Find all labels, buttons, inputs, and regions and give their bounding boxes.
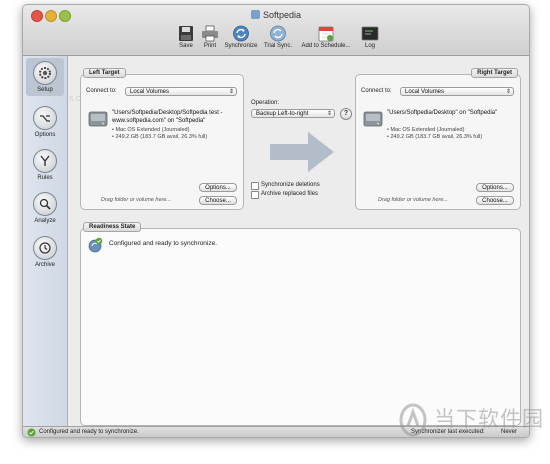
right-choose-button[interactable]: Choose... [476,196,514,205]
left-target-tab: Left Target [83,68,126,78]
print-icon [201,25,219,42]
option-key-icon [33,106,57,130]
left-volume-format: • Mac OS Extended (Journaled) [112,127,190,133]
archive-replaced-label: Archive replaced files [261,191,319,197]
operation-label: Operation: [251,100,280,106]
sync-deletions-label: Synchronize deletions [261,182,320,188]
site-watermark-logo: 当下软件园 [392,400,544,440]
right-connect-select[interactable]: Local Volumes ⇕ [400,87,514,96]
left-connect-label: Connect to: [86,88,117,94]
title-bar: Softpedia Save Print Synchronize Trial S… [23,5,529,56]
left-target-panel: Left Target Connect to: Local Volumes ⇕ "… [80,68,244,210]
chevron-updown-icon: ⇕ [228,89,234,95]
left-volume-capacity: • 249.2 GB (183.7 GB avail, 26.3% full) [112,134,208,140]
sync-deletions-checkbox[interactable] [251,182,259,190]
save-icon [177,25,195,42]
status-ok-icon [88,237,103,253]
sidebar-item-analyze[interactable]: Analyze [26,192,64,224]
save-button[interactable]: Save [175,25,197,49]
add-to-schedule-button[interactable]: Add to Schedule... [297,25,355,49]
left-choose-button[interactable]: Choose... [199,196,237,205]
left-volume-name: "Users/Softpedia/Desktop/Softpedia test … [112,110,223,124]
main-content: Left Target Connect to: Local Volumes ⇕ "… [68,56,529,426]
log-icon [361,25,379,42]
synchronize-icon [232,25,250,42]
sidebar-item-rules[interactable]: Rules [26,149,64,181]
site-watermark-text: 当下软件园 [434,407,544,431]
right-target-panel: Right Target Connect to: Local Volumes ⇕ … [355,68,521,210]
hard-disk-icon [88,109,108,129]
left-drag-hint: Drag folder or volume here... [101,197,172,203]
readiness-message: Configured and ready to synchronize. [109,240,218,247]
right-volume-name: "Users/Softpedia/Desktop" on "Softpedia" [387,110,498,116]
readiness-panel: Readiness State Configured and ready to … [80,222,521,426]
sidebar-item-options[interactable]: Options [26,106,64,138]
print-button[interactable]: Print [199,25,221,49]
sidebar-item-archive[interactable]: Archive [26,236,64,268]
left-options-button[interactable]: Options... [199,183,237,192]
trial-sync-icon [269,25,287,42]
readiness-tab: Readiness State [83,222,142,232]
right-options-button[interactable]: Options... [476,183,514,192]
right-volume-format: • Mac OS Extended (Journaled) [387,127,465,133]
window-title: Softpedia [23,10,529,20]
chevron-updown-icon: ⇕ [505,89,511,95]
branch-icon [33,149,57,173]
chevron-updown-icon: ⇕ [326,111,332,117]
direction-arrow [270,132,334,172]
calendar-icon [317,25,335,42]
magnifier-icon [33,192,57,216]
gear-icon [33,61,57,85]
archive-replaced-checkbox[interactable] [251,191,259,199]
sidebar: Setup Options Rules Analyze Archive [23,56,68,426]
app-window: Softpedia Save Print Synchronize Trial S… [22,4,530,438]
right-target-tab: Right Target [471,68,518,78]
help-button[interactable]: ? [340,108,352,120]
log-button[interactable]: Log [359,25,381,49]
trial-sync-button[interactable]: Trial Sync. [262,25,294,49]
hard-disk-icon [363,109,383,129]
sidebar-item-setup[interactable]: Setup [26,58,64,96]
right-drag-hint: Drag folder or volume here... [378,197,449,203]
app-icon [250,10,260,19]
clock-icon [33,236,57,260]
status-message: Configured and ready to synchronize. [39,429,139,435]
synchronize-button[interactable]: Synchronize [222,25,260,49]
right-connect-label: Connect to: [361,88,392,94]
operation-select[interactable]: Backup Left-to-right ⇕ [251,109,335,118]
right-volume-capacity: • 249.2 GB (183.7 GB avail, 26.3% full) [387,134,483,140]
status-ok-icon [27,428,36,437]
left-connect-select[interactable]: Local Volumes ⇕ [125,87,237,96]
site-logo-icon [399,403,427,437]
